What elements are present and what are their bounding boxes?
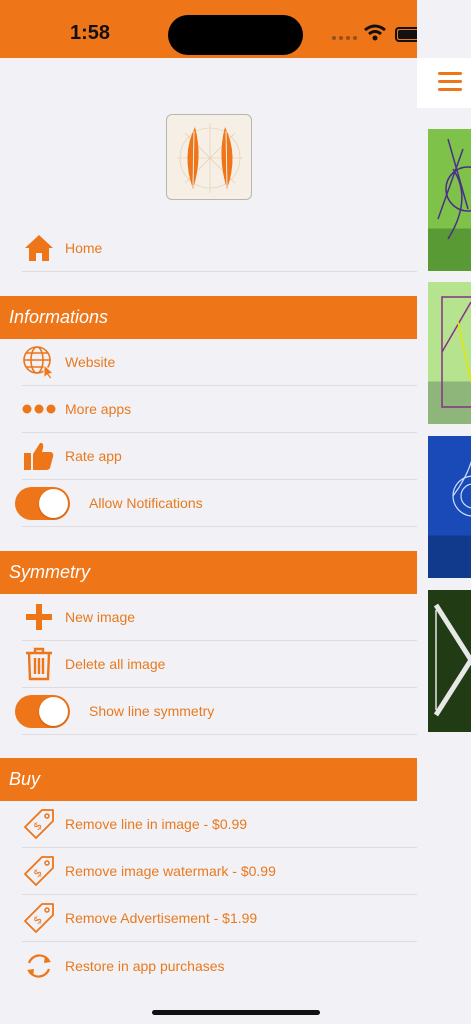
menu-item-label: New image: [65, 609, 136, 625]
globe-cursor-icon: [22, 345, 56, 379]
section-header-informations: Informations: [0, 296, 417, 339]
price-tag-icon: $: [22, 807, 56, 841]
menu-item-rate-app[interactable]: Rate app: [22, 433, 417, 480]
wifi-icon: [364, 24, 386, 41]
menu-item-home[interactable]: Home: [22, 225, 417, 272]
menu-item-label: Remove image watermark - $0.99: [65, 863, 276, 879]
menu-item-label: Remove line in image - $0.99: [65, 816, 248, 832]
section-title: Symmetry: [9, 562, 90, 582]
menu-item-show-line-symmetry: Show line symmetry: [15, 688, 417, 735]
menu-item-remove-advertisement[interactable]: $ Remove Advertisement - $1.99: [22, 895, 417, 942]
menu-item-remove-watermark[interactable]: $ Remove image watermark - $0.99: [22, 848, 417, 895]
signal-dots-icon: [332, 36, 357, 40]
menu-item-label: Home: [65, 240, 103, 256]
image-thumbnail[interactable]: [428, 282, 471, 424]
menu-item-new-image[interactable]: New image: [22, 594, 417, 641]
menu-item-more-apps[interactable]: More apps: [22, 386, 417, 433]
home-indicator: [152, 1010, 320, 1015]
image-thumbnail[interactable]: [428, 590, 471, 732]
section-title: Informations: [9, 307, 109, 327]
menu-item-remove-line[interactable]: $ Remove line in image - $0.99: [22, 801, 417, 848]
plus-icon: [22, 600, 56, 634]
menu-item-restore-purchases[interactable]: Restore in app purchases: [22, 942, 417, 989]
hamburger-menu-icon[interactable]: [438, 72, 462, 92]
menu-item-label: More apps: [65, 401, 132, 417]
menu-item-delete-all-image[interactable]: Delete all image: [22, 641, 417, 688]
toggle-label: Allow Notifications: [89, 495, 203, 511]
notifications-toggle[interactable]: [15, 486, 70, 520]
section-header-symmetry: Symmetry: [0, 551, 417, 594]
status-time: 1:58: [70, 22, 111, 44]
thumbs-up-icon: [22, 439, 56, 473]
menu-item-label: Website: [65, 354, 116, 370]
menu-item-website[interactable]: Website: [22, 339, 417, 386]
image-thumbnail[interactable]: [428, 436, 471, 578]
dynamic-island: [168, 15, 303, 55]
restore-icon: [22, 949, 56, 983]
more-dots-icon: [22, 392, 56, 426]
menu-item-allow-notifications: Allow Notifications: [15, 480, 417, 527]
section-title: Buy: [9, 769, 41, 789]
image-thumbnail[interactable]: [428, 129, 471, 271]
trash-icon: [22, 647, 56, 681]
menu-item-label: Remove Advertisement - $1.99: [65, 910, 258, 926]
price-tag-icon: $: [22, 854, 56, 888]
menu-item-label: Delete all image: [65, 656, 166, 672]
menu-item-label: Restore in app purchases: [65, 957, 225, 974]
price-tag-icon: $: [22, 901, 56, 935]
section-header-buy: Buy: [0, 758, 417, 801]
toggle-label: Show line symmetry: [89, 703, 215, 719]
app-logo: [166, 114, 252, 200]
menu-item-label: Rate app: [65, 448, 122, 464]
line-symmetry-toggle[interactable]: [15, 694, 70, 728]
home-icon: [22, 231, 56, 265]
status-bar: 1:58: [0, 0, 471, 58]
